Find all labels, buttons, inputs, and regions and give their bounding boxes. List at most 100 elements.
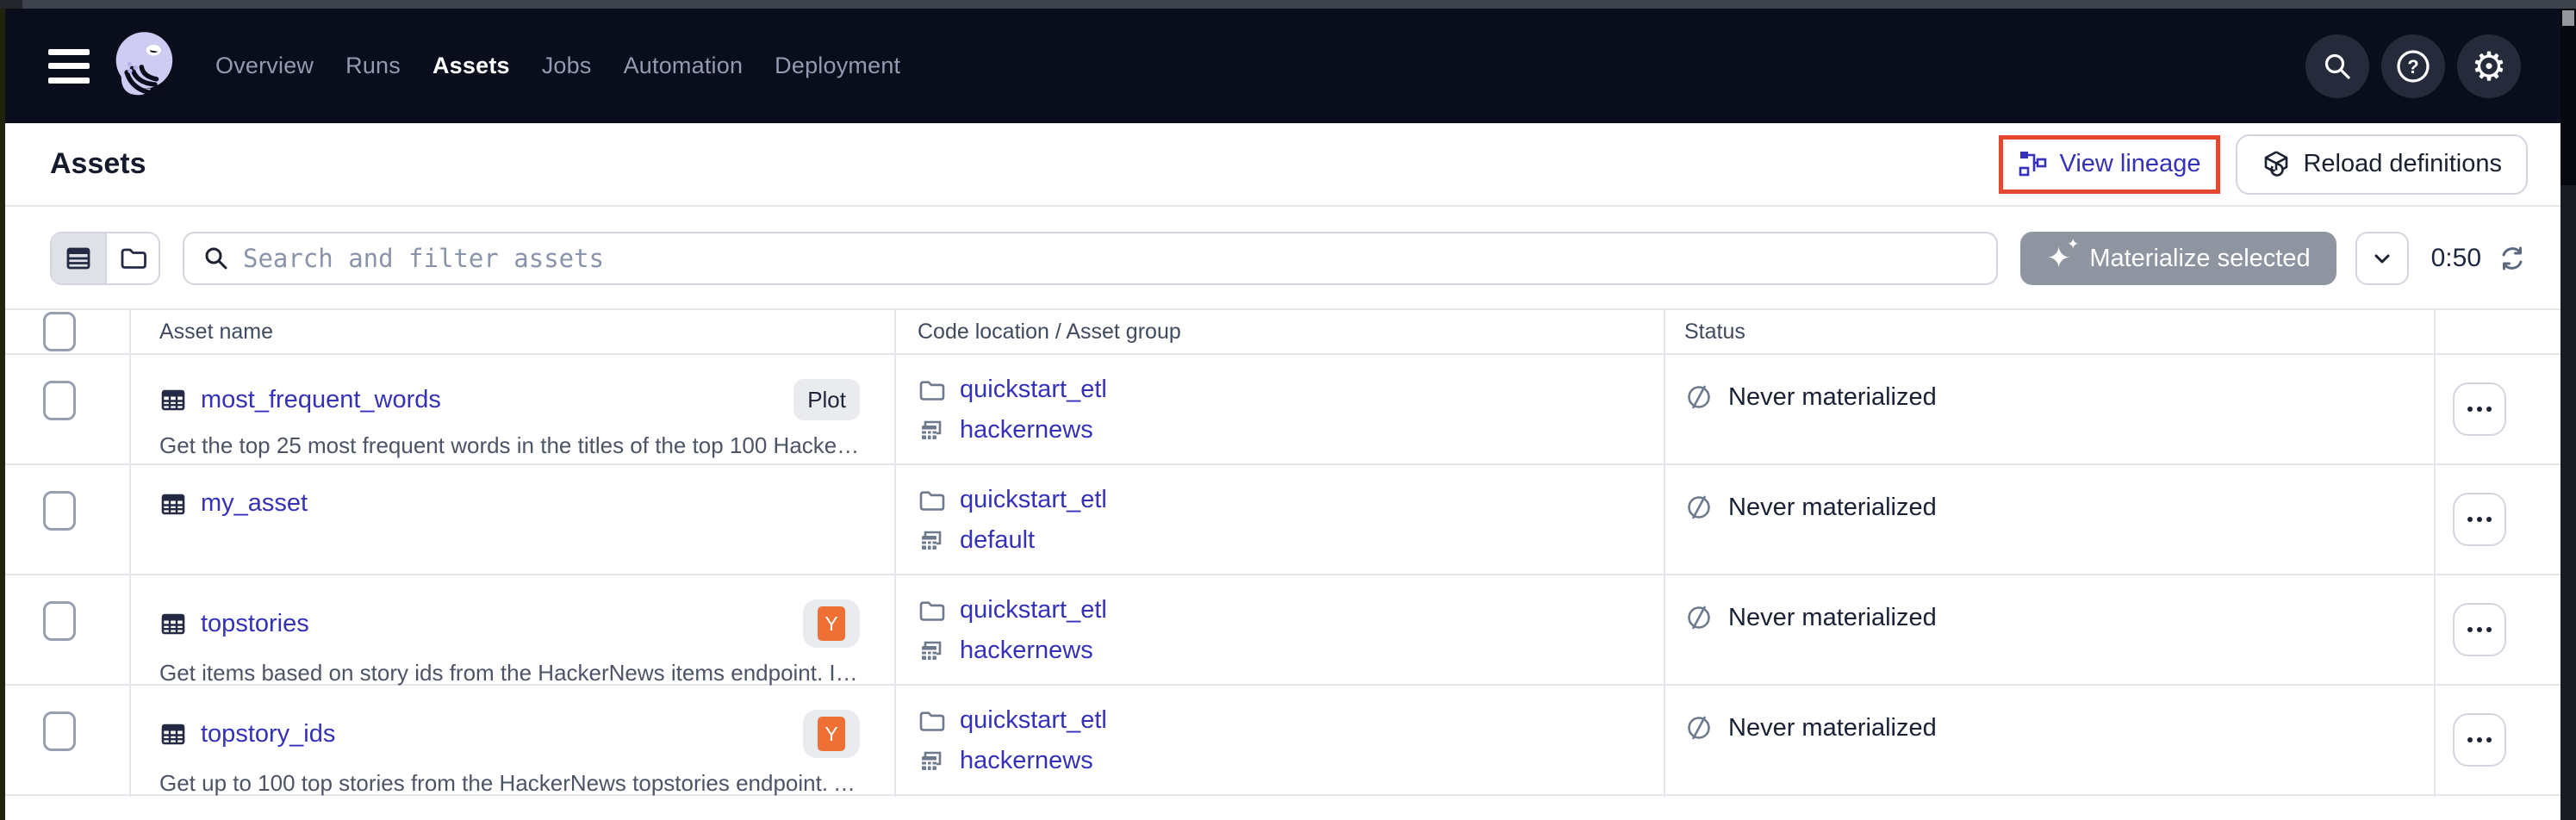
never-materialized-icon [1684,493,1714,522]
search-input-icon [203,245,229,271]
view-lineage-label: View lineage [2060,150,2201,178]
dagster-logo[interactable] [112,29,179,103]
table-row: topstory_ids Y Get up to 100 top stories… [5,686,2560,796]
search-icon[interactable] [2305,34,2369,98]
row-menu-button[interactable] [2453,713,2506,767]
code-location-link[interactable]: quickstart_etl [960,596,1107,624]
hamburger-menu-icon[interactable] [48,49,90,84]
nav-item-assets[interactable]: Assets [432,53,510,79]
chevron-down-icon [2370,246,2394,270]
assets-table: Asset name Code location / Asset group S… [5,308,2560,796]
never-materialized-icon [1684,382,1714,412]
table-body: most_frequent_words Plot Get the top 25 … [5,355,2560,796]
asset-description: Get the top 25 most frequent words in th… [159,432,860,459]
list-view-toggle-button[interactable] [52,233,105,283]
nav-item-jobs[interactable]: Jobs [542,53,592,79]
sparkles-icon: ✦✦ [2046,242,2075,275]
folder-icon [918,487,945,514]
asset-group-link[interactable]: default [960,526,1035,555]
asset-tag[interactable]: Plot [793,379,860,420]
folder-icon [918,376,945,404]
view-lineage-button[interactable]: View lineage [2007,141,2213,188]
help-icon[interactable]: ? [2381,34,2445,98]
asset-group-link[interactable]: hackernews [960,747,1093,775]
column-header-status: Status [1665,310,2436,353]
hackernews-y-icon: Y [818,606,845,641]
table-row: my_asset quickstart_etl [5,465,2560,575]
reload-cube-icon [2262,150,2291,179]
page-title: Assets [50,147,146,181]
asset-description: Get up to 100 top stories from the Hacke… [159,770,860,797]
asset-name-link[interactable]: topstory_ids [201,720,335,749]
search-filter-box [183,232,1998,285]
never-materialized-icon [1684,603,1714,632]
asset-name-link[interactable]: topstories [201,610,309,638]
asset-description: Get items based on story ids from the Ha… [159,660,860,686]
asset-group-link[interactable]: hackernews [960,416,1093,444]
folder-view-icon [118,244,147,273]
search-input[interactable] [243,244,1977,273]
asset-table-icon [159,386,187,413]
row-checkbox[interactable] [43,381,76,420]
scrollbar[interactable] [2560,9,2576,820]
column-header-code-location: Code location / Asset group [896,310,1665,353]
nav-item-automation[interactable]: Automation [624,53,744,79]
folder-icon [918,707,945,735]
row-menu-button[interactable] [2453,603,2506,656]
code-location-link[interactable]: quickstart_etl [960,706,1107,735]
asset-group-icon [918,417,945,444]
table-header-row: Asset name Code location / Asset group S… [5,308,2560,355]
status-text: Never materialized [1728,714,1937,742]
asset-tag[interactable]: Y [803,599,860,648]
asset-name-link[interactable]: most_frequent_words [201,386,441,414]
folder-icon [918,597,945,624]
row-checkbox[interactable] [43,711,76,751]
hackernews-y-icon: Y [818,717,845,751]
asset-table-icon [159,720,187,748]
lineage-graph-icon [2019,150,2048,179]
dagster-assets-page: Overview Runs Assets Jobs Automation Deployme… [0,0,2576,820]
status-text: Never materialized [1728,604,1937,632]
primary-navigation: Overview Runs Assets Jobs Automation Deployme… [215,53,900,79]
asset-table-icon [159,610,187,637]
materialize-selected-label: Materialize selected [2089,245,2310,273]
materialize-selected-button[interactable]: ✦✦ Materialize selected [2020,232,2336,285]
table-view-icon [64,244,93,273]
materialize-dropdown-button[interactable] [2355,232,2409,285]
status-text: Never materialized [1728,494,1937,522]
scrollbar-thumb[interactable] [2562,10,2574,26]
code-location-link[interactable]: quickstart_etl [960,486,1107,514]
top-navbar: Overview Runs Assets Jobs Automation Deployme… [5,9,2560,123]
reload-definitions-label: Reload definitions [2303,150,2502,178]
view-mode-toggle [50,232,160,285]
assets-toolbar: ✦✦ Materialize selected 0:50 [5,208,2560,308]
svg-text:?: ? [2407,56,2418,78]
asset-group-link[interactable]: hackernews [960,637,1093,665]
asset-tag-label: Plot [807,387,846,413]
window-top-edge [0,0,2576,9]
row-checkbox[interactable] [43,491,76,531]
asset-group-icon [918,637,945,665]
gear-icon[interactable]: ⚙ [2457,34,2521,98]
nav-item-overview[interactable]: Overview [215,53,314,79]
asset-tag[interactable]: Y [803,710,860,758]
nav-item-runs[interactable]: Runs [345,53,401,79]
status-text: Never materialized [1728,383,1937,412]
asset-table-icon [159,490,187,518]
refresh-icon[interactable] [2497,243,2528,274]
never-materialized-icon [1684,713,1714,742]
view-lineage-annotation-box: View lineage [1999,135,2221,194]
column-header-asset-name: Asset name [131,310,896,353]
select-all-checkbox[interactable] [43,312,76,351]
row-menu-button[interactable] [2453,493,2506,546]
reload-definitions-button[interactable]: Reload definitions [2236,134,2528,195]
table-row: most_frequent_words Plot Get the top 25 … [5,355,2560,465]
folder-view-toggle-button[interactable] [105,233,159,283]
asset-name-link[interactable]: my_asset [201,489,308,518]
code-location-link[interactable]: quickstart_etl [960,376,1107,404]
refresh-countdown: 0:50 [2431,244,2481,273]
nav-item-deployment[interactable]: Deployment [775,53,900,79]
row-checkbox[interactable] [43,601,76,641]
table-row: topstories Y Get items based on story id… [5,575,2560,686]
row-menu-button[interactable] [2453,382,2506,436]
